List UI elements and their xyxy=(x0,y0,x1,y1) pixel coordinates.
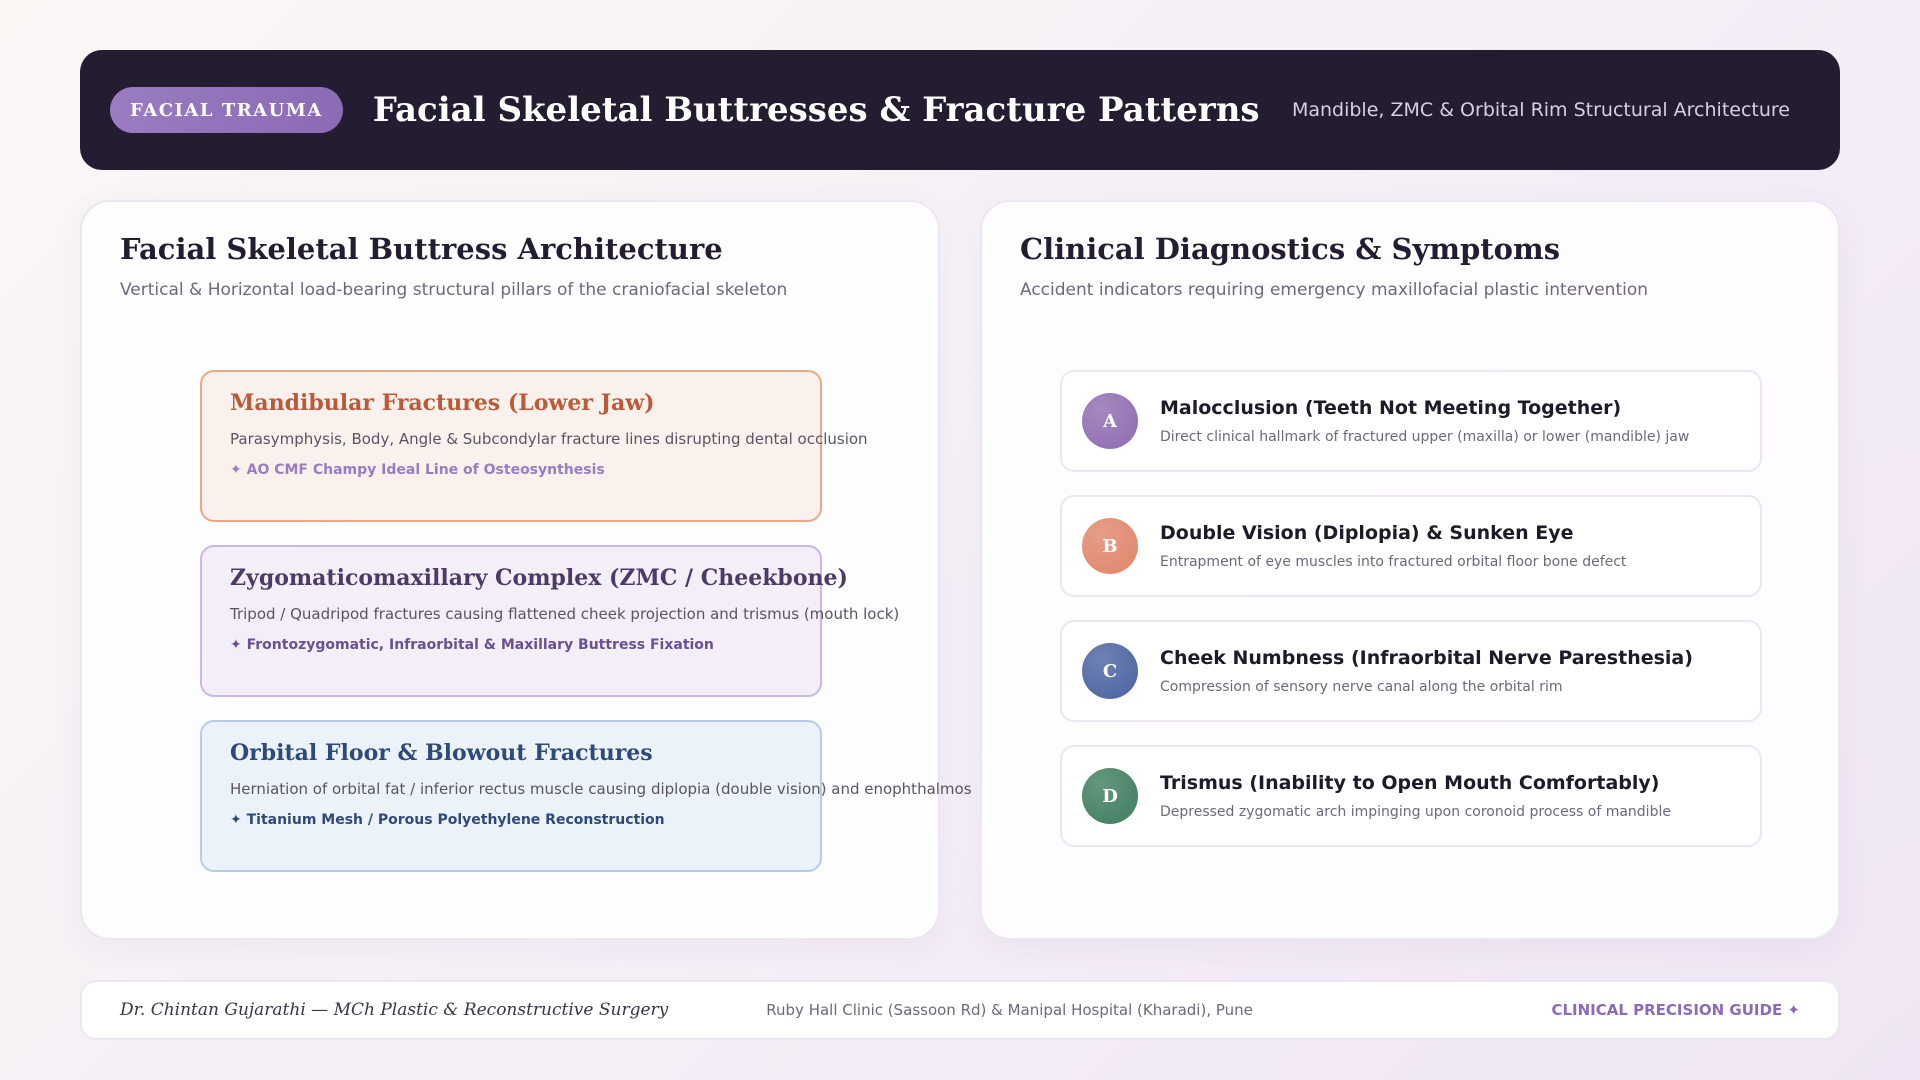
fracture-card-description: Parasymphysis, Body, Angle & Subcondylar… xyxy=(230,430,868,448)
fracture-card-description: Herniation of orbital fat / inferior rec… xyxy=(230,780,972,798)
fracture-card-note: ✦ Titanium Mesh / Porous Polyethylene Re… xyxy=(230,812,665,828)
symptom-card-c: C Cheek Numbness (Infraorbital Nerve Par… xyxy=(1060,620,1762,722)
clinical-diagnostics-panel: Clinical Diagnostics & Symptoms Accident… xyxy=(980,200,1840,940)
symptom-letter-badge: D xyxy=(1082,768,1138,824)
page-subtitle: Mandible, ZMC & Orbital Rim Structural A… xyxy=(1291,99,1790,121)
symptom-title: Malocclusion (Teeth Not Meeting Together… xyxy=(1160,397,1622,419)
panel-subtitle: Vertical & Horizontal load-bearing struc… xyxy=(120,280,788,300)
symptom-letter-badge: A xyxy=(1082,393,1138,449)
footer-guide-label: CLINICAL PRECISION GUIDE ✦ xyxy=(1551,1001,1800,1019)
fracture-card-description: Tripod / Quadripod fractures causing fla… xyxy=(230,605,900,623)
fracture-card-note: ✦ AO CMF Champy Ideal Line of Osteosynth… xyxy=(230,462,605,478)
fracture-card-zmc: Zygomaticomaxillary Complex (ZMC / Cheek… xyxy=(200,545,900,697)
panel-title: Facial Skeletal Buttress Architecture xyxy=(120,232,723,266)
panel-subtitle: Accident indicators requiring emergency … xyxy=(1020,280,1649,300)
symptom-description: Compression of sensory nerve canal along… xyxy=(1160,679,1563,695)
buttress-architecture-panel: Facial Skeletal Buttress Architecture Ve… xyxy=(80,200,972,940)
header-banner: FACIAL TRAUMA Facial Skeletal Buttresses… xyxy=(80,50,1840,170)
fracture-card-title: Orbital Floor & Blowout Fractures xyxy=(230,740,653,766)
footer-doctor: Dr. Chintan Gujarathi — MCh Plastic & Re… xyxy=(120,1000,669,1020)
symptom-title: Cheek Numbness (Infraorbital Nerve Pares… xyxy=(1160,647,1693,669)
symptom-description: Entrapment of eye muscles into fractured… xyxy=(1160,554,1627,570)
symptom-title: Trismus (Inability to Open Mouth Comfort… xyxy=(1160,772,1660,794)
footer-bar: Dr. Chintan Gujarathi — MCh Plastic & Re… xyxy=(80,980,1840,1040)
symptom-title: Double Vision (Diplopia) & Sunken Eye xyxy=(1160,522,1574,544)
symptom-description: Direct clinical hallmark of fractured up… xyxy=(1160,429,1690,445)
page-title: Facial Skeletal Buttresses & Fracture Pa… xyxy=(372,90,1260,130)
fracture-card-note: ✦ Frontozygomatic, Infraorbital & Maxill… xyxy=(230,637,714,653)
footer-location: Ruby Hall Clinic (Sassoon Rd) & Manipal … xyxy=(766,1001,1253,1019)
symptom-description: Depressed zygomatic arch impinging upon … xyxy=(1160,804,1671,820)
fracture-card-title: Mandibular Fractures (Lower Jaw) xyxy=(230,390,655,416)
symptom-card-d: D Trismus (Inability to Open Mouth Comfo… xyxy=(1060,745,1762,847)
symptom-letter-badge: B xyxy=(1082,518,1138,574)
panel-title: Clinical Diagnostics & Symptoms xyxy=(1020,232,1561,266)
fracture-card-orbital: Orbital Floor & Blowout Fractures Hernia… xyxy=(200,720,972,872)
symptom-card-b: B Double Vision (Diplopia) & Sunken Eye … xyxy=(1060,495,1762,597)
fracture-card-mandibular: Mandibular Fractures (Lower Jaw) Parasym… xyxy=(200,370,868,522)
symptom-letter-badge: C xyxy=(1082,643,1138,699)
topic-badge: FACIAL TRAUMA xyxy=(110,87,343,133)
symptom-card-a: A Malocclusion (Teeth Not Meeting Togeth… xyxy=(1060,370,1762,472)
fracture-card-title: Zygomaticomaxillary Complex (ZMC / Cheek… xyxy=(230,565,848,591)
